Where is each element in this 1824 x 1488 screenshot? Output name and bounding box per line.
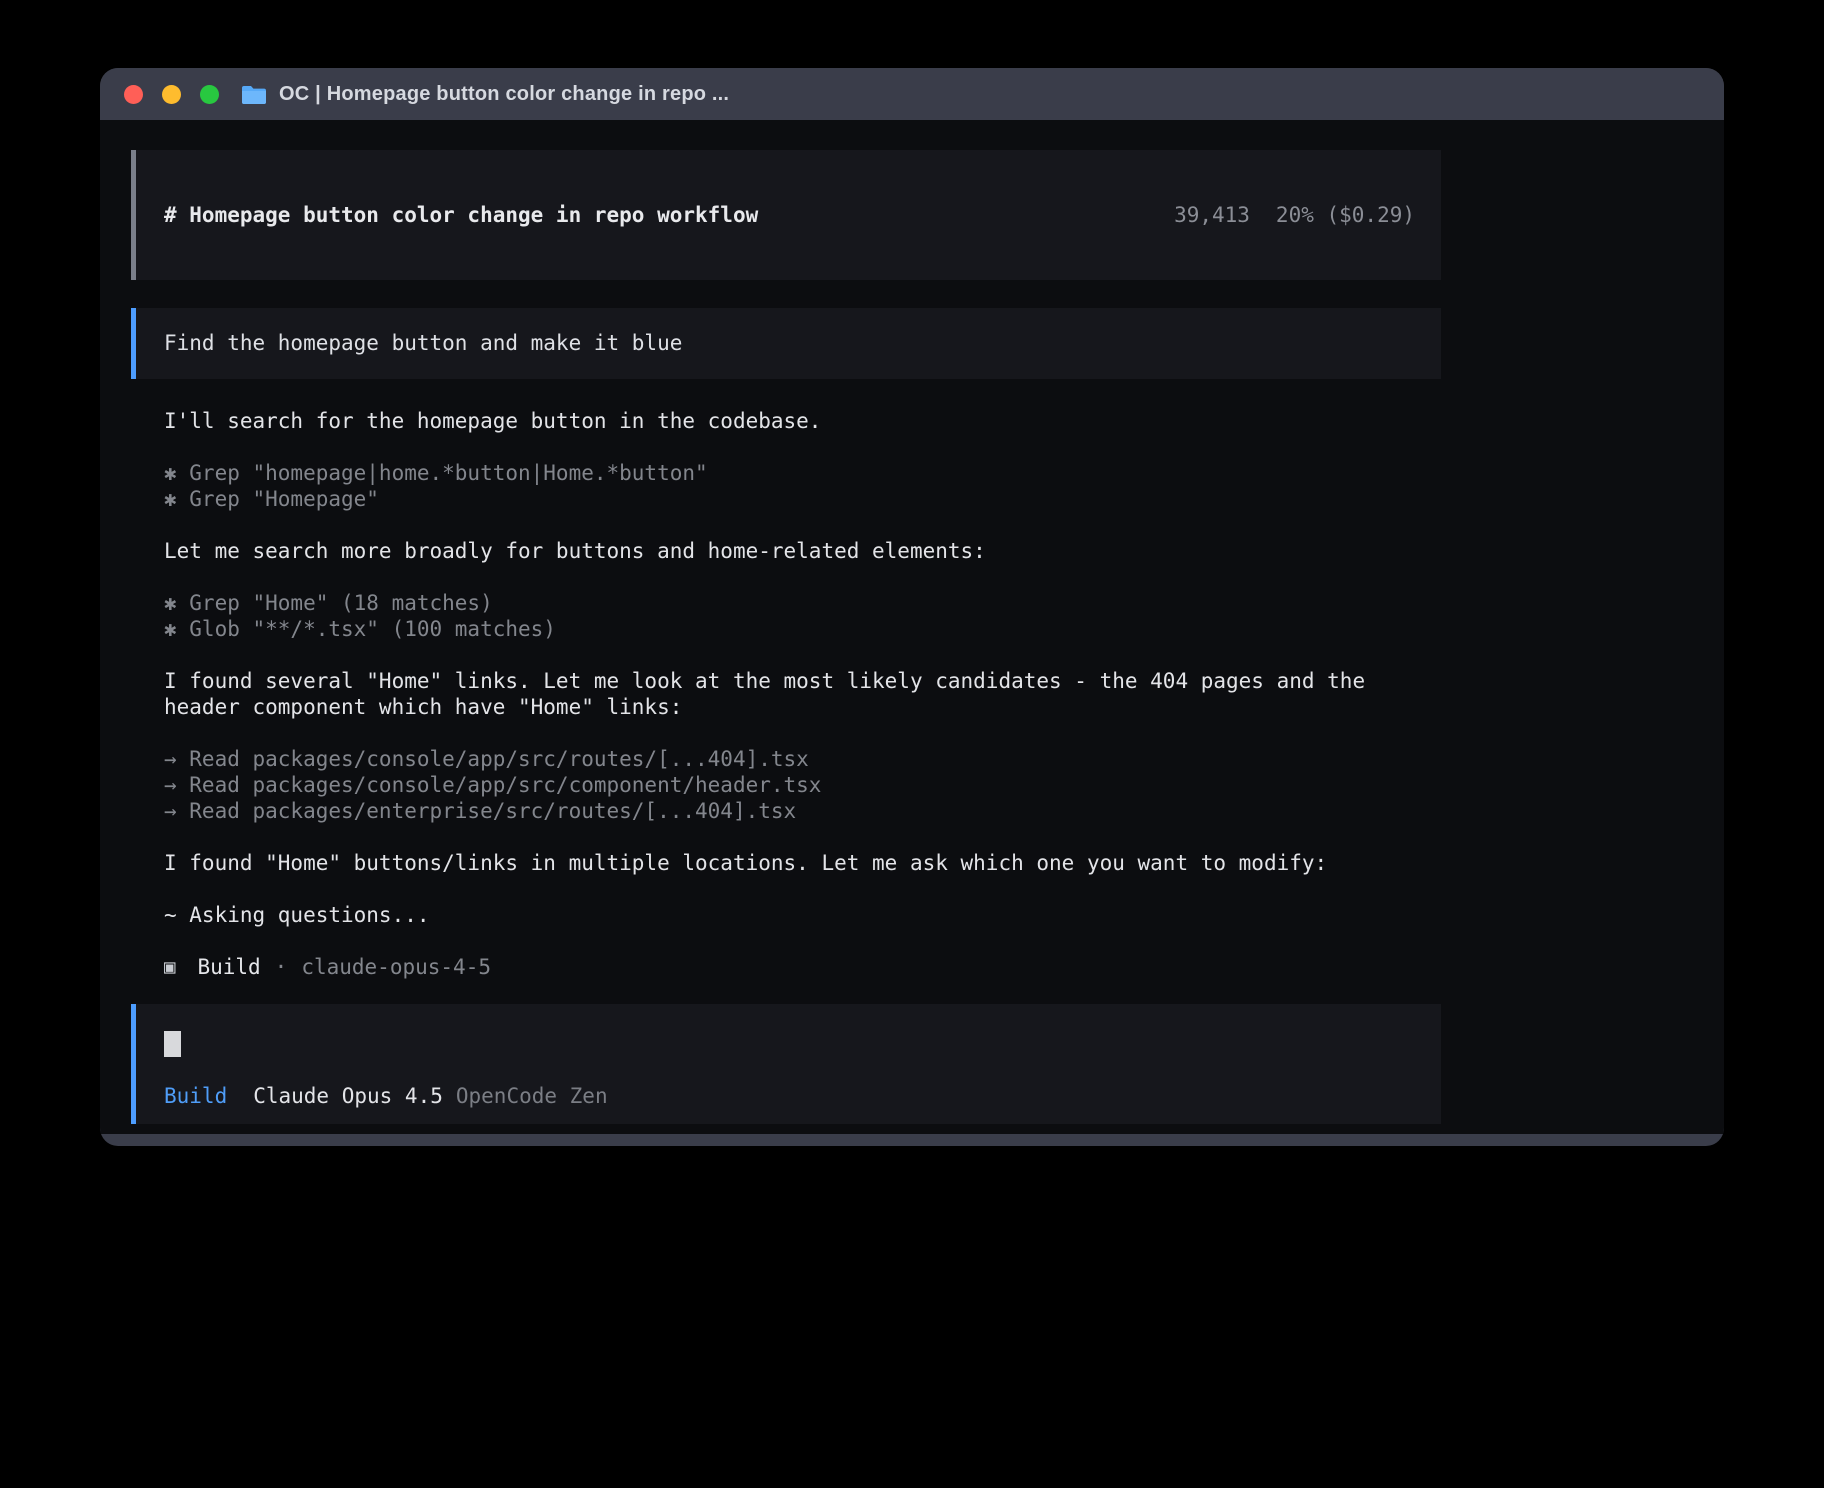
tool-call-line: ✱ Grep "Homepage": [164, 486, 1441, 512]
assistant-message-line: I'll search for the homepage button in t…: [164, 408, 1441, 434]
conversation: I'll search for the homepage button in t…: [131, 408, 1441, 980]
tool-group: ✱ Grep "Home" (18 matches) ✱ Glob "**/*.…: [164, 590, 1441, 642]
usage-stat: 20% ($0.29): [1276, 203, 1415, 227]
terminal-window: OC | Homepage button color change in rep…: [100, 68, 1724, 1146]
assistant-message-line: Let me search more broadly for buttons a…: [164, 538, 1441, 564]
agent-icon: ▣: [164, 954, 175, 980]
tool-call-line: ✱ Glob "**/*.tsx" (100 matches): [164, 616, 1441, 642]
asking-questions-status: ~ Asking questions...: [164, 902, 1441, 928]
tool-call-line: → Read packages/console/app/src/routes/[…: [164, 746, 1441, 772]
minimize-button[interactable]: [162, 85, 181, 104]
tool-call-line: → Read packages/enterprise/src/routes/[.…: [164, 798, 1441, 824]
desktop: OC | Homepage button color change in rep…: [0, 0, 1824, 1488]
prompt-input[interactable]: Build Claude Opus 4.5 OpenCode Zen: [131, 1004, 1441, 1124]
traffic-lights: [124, 85, 219, 104]
window-title: OC | Homepage button color change in rep…: [279, 83, 729, 106]
token-count: 39,413: [1174, 203, 1250, 227]
close-button[interactable]: [124, 85, 143, 104]
folder-icon: [241, 84, 267, 105]
user-message: Find the homepage button and make it blu…: [131, 308, 1441, 379]
assistant-message-line: I found "Home" buttons/links in multiple…: [164, 850, 1441, 876]
tui: # Homepage button color change in repo w…: [131, 150, 1441, 1134]
session-title: # Homepage button color change in repo w…: [164, 202, 758, 228]
tool-group: → Read packages/console/app/src/routes/[…: [164, 746, 1441, 824]
agent-model: claude-opus-4-5: [301, 954, 491, 980]
zoom-button[interactable]: [200, 85, 219, 104]
message-group: I found several "Home" links. Let me loo…: [164, 668, 1441, 720]
tool-call-line: ✱ Grep "homepage|home.*button|Home.*butt…: [164, 460, 1441, 486]
session-stats: 39,413 20% ($0.29): [1022, 176, 1415, 254]
agent-name: Build: [197, 954, 260, 980]
session-header: # Homepage button color change in repo w…: [131, 150, 1441, 280]
prompt-model-label: Claude Opus 4.5: [253, 1083, 443, 1109]
terminal-content: # Homepage button color change in repo w…: [100, 120, 1724, 1134]
message-group: I found "Home" buttons/links in multiple…: [164, 850, 1441, 876]
tool-call-line: ✱ Grep "Home" (18 matches): [164, 590, 1441, 616]
prompt-provider-label: OpenCode Zen: [456, 1083, 608, 1109]
agent-status-row: ▣ Build · claude-opus-4-5: [164, 954, 1441, 980]
text-cursor: [164, 1031, 181, 1057]
user-message-text: Find the homepage button and make it blu…: [164, 331, 682, 355]
prompt-agent-label: Build: [164, 1083, 227, 1109]
message-group: I'll search for the homepage button in t…: [164, 408, 1441, 434]
titlebar: OC | Homepage button color change in rep…: [100, 68, 1724, 120]
tool-group: ✱ Grep "homepage|home.*button|Home.*butt…: [164, 460, 1441, 512]
message-group: Let me search more broadly for buttons a…: [164, 538, 1441, 564]
prompt-meta: Build Claude Opus 4.5 OpenCode Zen: [164, 1083, 1413, 1109]
assistant-message-line: I found several "Home" links. Let me loo…: [164, 668, 1441, 720]
status-group: ~ Asking questions...: [164, 902, 1441, 928]
tool-call-line: → Read packages/console/app/src/componen…: [164, 772, 1441, 798]
separator-dot: ·: [275, 954, 288, 980]
